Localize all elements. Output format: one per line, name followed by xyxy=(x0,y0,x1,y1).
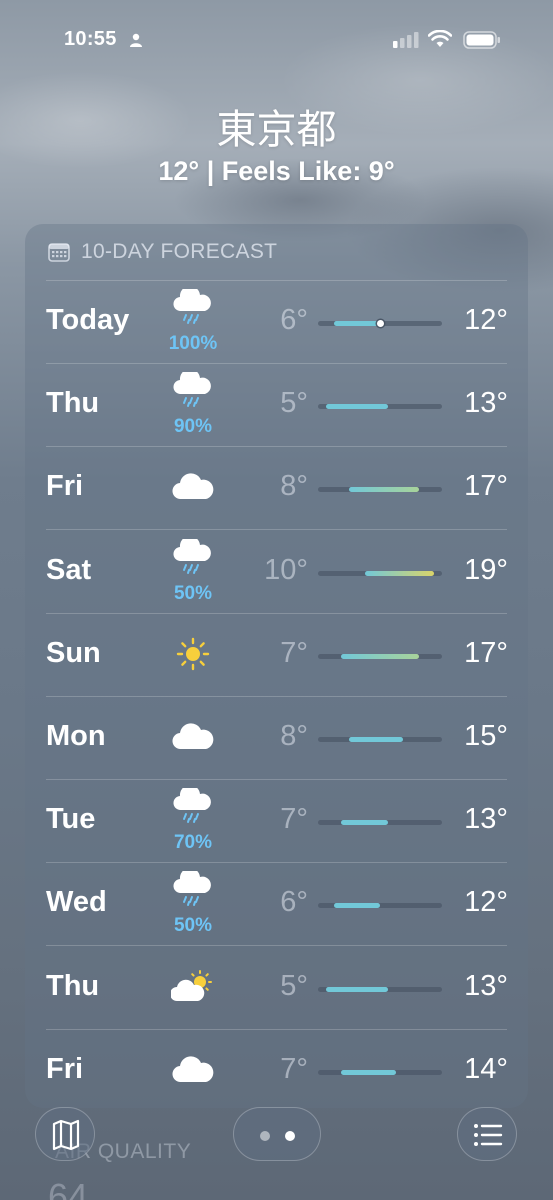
temperature-range-fill xyxy=(364,570,435,576)
list-icon xyxy=(474,1124,503,1146)
low-temperature: 10° xyxy=(264,553,308,586)
high-temperature: 17° xyxy=(464,470,508,503)
temperature-range-fill xyxy=(341,1069,396,1075)
day-label: Tue xyxy=(46,803,96,836)
day-label: Wed xyxy=(46,886,107,919)
cellular-signal-icon xyxy=(393,32,419,48)
day-label: Fri xyxy=(46,1052,84,1085)
temperature-range-bar xyxy=(318,903,442,909)
battery-icon xyxy=(463,31,500,49)
temperature-range-fill xyxy=(325,404,388,410)
current-temperature: 12° | Feels Like: 9° xyxy=(158,156,395,186)
forecast-row[interactable]: Sat 50% 10° 19° xyxy=(25,531,528,614)
high-temperature: 13° xyxy=(464,803,508,836)
cloud-icon xyxy=(171,469,215,505)
low-temperature: 5° xyxy=(280,387,308,420)
forecast-row[interactable]: Mon 8° 15° xyxy=(25,697,528,780)
city-list-button[interactable] xyxy=(457,1107,517,1161)
forecast-row[interactable]: Today 100% 6° 12° xyxy=(25,281,528,364)
low-temperature: 8° xyxy=(280,720,308,752)
temperature-range-fill xyxy=(349,487,419,493)
forecast-row[interactable]: Sun 7° 17° xyxy=(25,614,528,697)
forecast-row[interactable]: Tue 70% 7° 13° xyxy=(25,780,528,864)
high-temperature: 17° xyxy=(464,636,508,669)
precipitation-chance: 50% xyxy=(173,582,213,604)
forecast-row[interactable]: Wed 50% 6° 12° xyxy=(25,863,528,947)
map-icon xyxy=(52,1119,80,1151)
forecast-row[interactable]: Thu 90% 5° 13° xyxy=(25,364,528,448)
city-name: 東京都 xyxy=(216,107,337,153)
page-indicator[interactable] xyxy=(233,1107,321,1161)
temperature-range-bar xyxy=(318,570,442,576)
forecast-row[interactable]: Fri 8° 17° xyxy=(25,447,528,531)
temperature-range-fill xyxy=(341,820,388,826)
ten-day-forecast-card[interactable]: 10-DAY FORECAST Today 100% 6° 12° Thu 90% 5° 13… xyxy=(25,224,528,1108)
day-label: Mon xyxy=(46,720,106,752)
calendar-icon xyxy=(48,243,70,262)
map-button[interactable] xyxy=(35,1107,95,1161)
air-quality-value: 64 xyxy=(48,1176,89,1200)
high-temperature: 13° xyxy=(464,969,508,1002)
day-label: Fri xyxy=(46,470,84,503)
cloud-rain-icon xyxy=(171,285,215,325)
forecast-row[interactable]: Fri 7° 14° xyxy=(25,1030,528,1108)
cloud-icon xyxy=(171,719,215,755)
high-temperature: 13° xyxy=(464,387,508,420)
high-temperature: 14° xyxy=(464,1052,508,1085)
page-dot-active[interactable] xyxy=(285,1131,295,1141)
page-dot[interactable] xyxy=(260,1131,270,1141)
high-temperature: 19° xyxy=(464,553,508,586)
day-label: Sun xyxy=(46,636,101,669)
temperature-range-bar xyxy=(318,986,442,992)
temperature-range-bar xyxy=(318,820,442,826)
precipitation-chance: 70% xyxy=(173,832,213,854)
low-temperature: 8° xyxy=(280,470,308,503)
precipitation-chance: 100% xyxy=(168,333,218,354)
day-label: Today xyxy=(46,304,130,336)
cloud-rain-icon xyxy=(171,868,215,907)
day-label: Thu xyxy=(46,387,100,420)
temperature-range-bar xyxy=(318,320,442,327)
person-icon xyxy=(130,33,142,47)
day-label: Sat xyxy=(46,553,92,586)
low-temperature: 6° xyxy=(280,304,308,336)
temperature-range-fill xyxy=(325,986,388,992)
cloud-rain-icon xyxy=(171,535,215,575)
temperature-range-bar xyxy=(318,404,442,410)
temperature-range-bar xyxy=(318,653,442,659)
high-temperature: 12° xyxy=(464,886,508,919)
low-temperature: 7° xyxy=(280,1052,308,1085)
low-temperature: 7° xyxy=(280,803,308,836)
forecast-title: 10-DAY FORECAST xyxy=(81,240,278,263)
precipitation-chance: 90% xyxy=(173,416,213,438)
status-time: 10:55 xyxy=(64,28,117,50)
temperature-range-fill xyxy=(341,653,419,659)
cloud-icon xyxy=(171,1052,215,1088)
forecast-header: 10-DAY FORECAST xyxy=(25,238,528,268)
high-temperature: 15° xyxy=(464,720,508,752)
sun-icon xyxy=(171,636,215,672)
temperature-range-fill xyxy=(333,321,380,326)
cloud-sun-icon xyxy=(170,969,215,1005)
temperature-range-fill xyxy=(349,737,404,742)
low-temperature: 5° xyxy=(280,969,308,1002)
forecast-row[interactable]: Thu 5° 13° xyxy=(25,947,528,1030)
day-label: Thu xyxy=(46,969,100,1002)
high-temperature: 12° xyxy=(464,304,508,336)
temperature-range-bar xyxy=(318,737,442,742)
temperature-range-bar xyxy=(318,1069,442,1075)
low-temperature: 6° xyxy=(280,886,308,919)
wifi-icon xyxy=(428,30,452,47)
temperature-range-bar xyxy=(318,487,442,493)
current-temperature-marker xyxy=(376,320,384,327)
status-bar: 10:55 xyxy=(0,28,553,56)
cloud-rain-icon xyxy=(171,369,215,408)
precipitation-chance: 50% xyxy=(173,915,213,937)
temperature-range-fill xyxy=(333,903,380,909)
cloud-rain-icon xyxy=(171,785,215,824)
low-temperature: 7° xyxy=(280,636,308,669)
